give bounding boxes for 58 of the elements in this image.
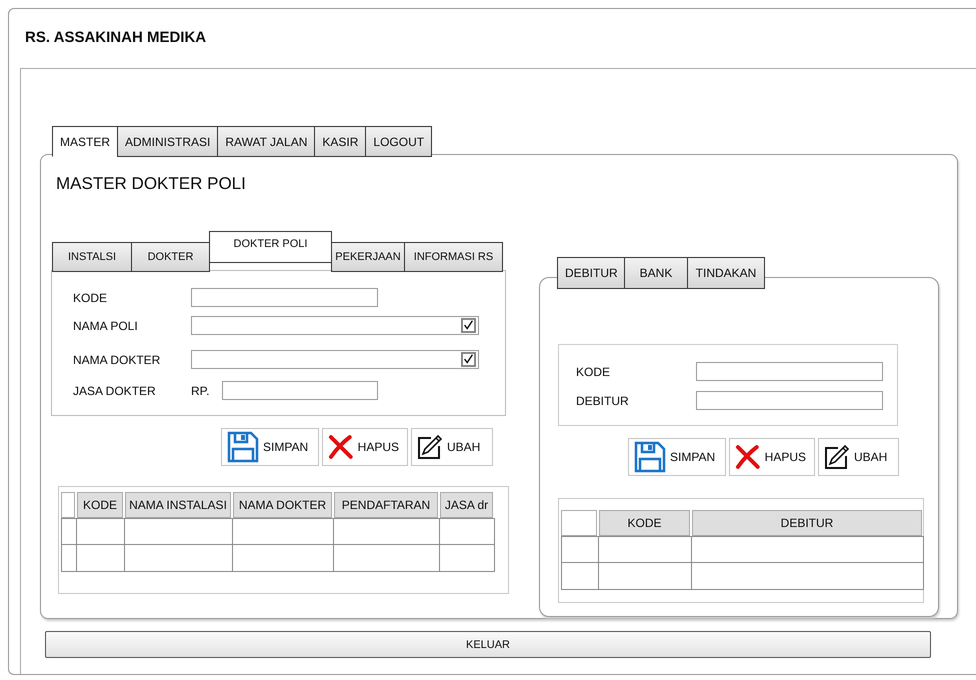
table-cell — [440, 518, 495, 545]
table-cell — [561, 563, 599, 590]
column-header: KODE — [599, 510, 690, 536]
input-field[interactable] — [696, 362, 883, 381]
column-header: JASA dr — [440, 492, 493, 518]
dropdown-field[interactable] — [191, 316, 479, 335]
save-button[interactable]: SIMPAN — [221, 428, 319, 466]
tab[interactable]: LOGOUT — [365, 126, 432, 157]
save-button[interactable]: SIMPAN — [628, 438, 726, 476]
column-header: NAMA INSTALASI — [125, 492, 231, 518]
delete-button[interactable]: HAPUS — [322, 428, 408, 466]
column-header: DEBITUR — [692, 510, 922, 536]
table-cell — [440, 545, 495, 572]
page-title: MASTER DOKTER POLI — [56, 174, 247, 195]
column-header: PENDAFTARAN — [334, 492, 438, 518]
field-label: KODE — [72, 290, 108, 304]
currency-prefix: RP. — [191, 384, 210, 398]
table-cell — [77, 545, 125, 572]
column-header: NAMA DOKTER — [233, 492, 332, 518]
cross-icon — [328, 435, 354, 459]
field-label: NAMA DOKTER — [72, 352, 162, 366]
input-field[interactable] — [696, 391, 883, 410]
input-field[interactable] — [222, 381, 378, 400]
tab[interactable]: PEKERJAAN — [331, 242, 405, 272]
column-header: KODE — [77, 492, 123, 518]
cross-icon — [735, 445, 761, 469]
table-cell — [77, 518, 125, 545]
edit-button[interactable]: UBAH — [411, 428, 493, 466]
table-cell — [561, 536, 599, 563]
tab[interactable]: RAWAT JALAN — [217, 126, 316, 157]
tab[interactable]: INFORMASI RS — [404, 242, 503, 272]
edit-icon — [417, 434, 443, 460]
dropdown-field[interactable] — [191, 350, 479, 369]
table-cell — [61, 545, 77, 572]
tab[interactable]: ADMINISTRASI — [117, 126, 218, 157]
checkbox[interactable] — [461, 318, 476, 333]
tab[interactable]: DOKTER POLI — [209, 231, 332, 263]
tab[interactable]: KASIR — [314, 126, 366, 157]
tab[interactable]: DEBITUR — [557, 257, 625, 289]
header-cell — [61, 492, 75, 518]
input-field[interactable] — [191, 288, 378, 307]
tab[interactable]: INSTALSI — [52, 242, 132, 272]
tab[interactable]: MASTER — [52, 126, 118, 157]
tab[interactable]: TINDAKAN — [687, 257, 765, 289]
field-label: KODE — [575, 364, 612, 378]
exit-button[interactable]: KELUAR — [45, 631, 931, 658]
checkbox[interactable] — [461, 352, 476, 367]
delete-button[interactable]: HAPUS — [729, 438, 815, 476]
field-label: DEBITUR — [575, 394, 630, 408]
field-label: JASA DOKTER — [72, 384, 157, 398]
header-cell — [561, 510, 597, 536]
edit-icon — [824, 444, 850, 470]
tab[interactable]: BANK — [624, 257, 688, 289]
window-title: RS. ASSAKINAH MEDIKA — [25, 28, 208, 48]
tab[interactable]: DOKTER — [131, 242, 210, 272]
table-cell — [61, 518, 77, 545]
field-label: NAMA POLI — [72, 318, 139, 332]
edit-button[interactable]: UBAH — [818, 438, 899, 476]
